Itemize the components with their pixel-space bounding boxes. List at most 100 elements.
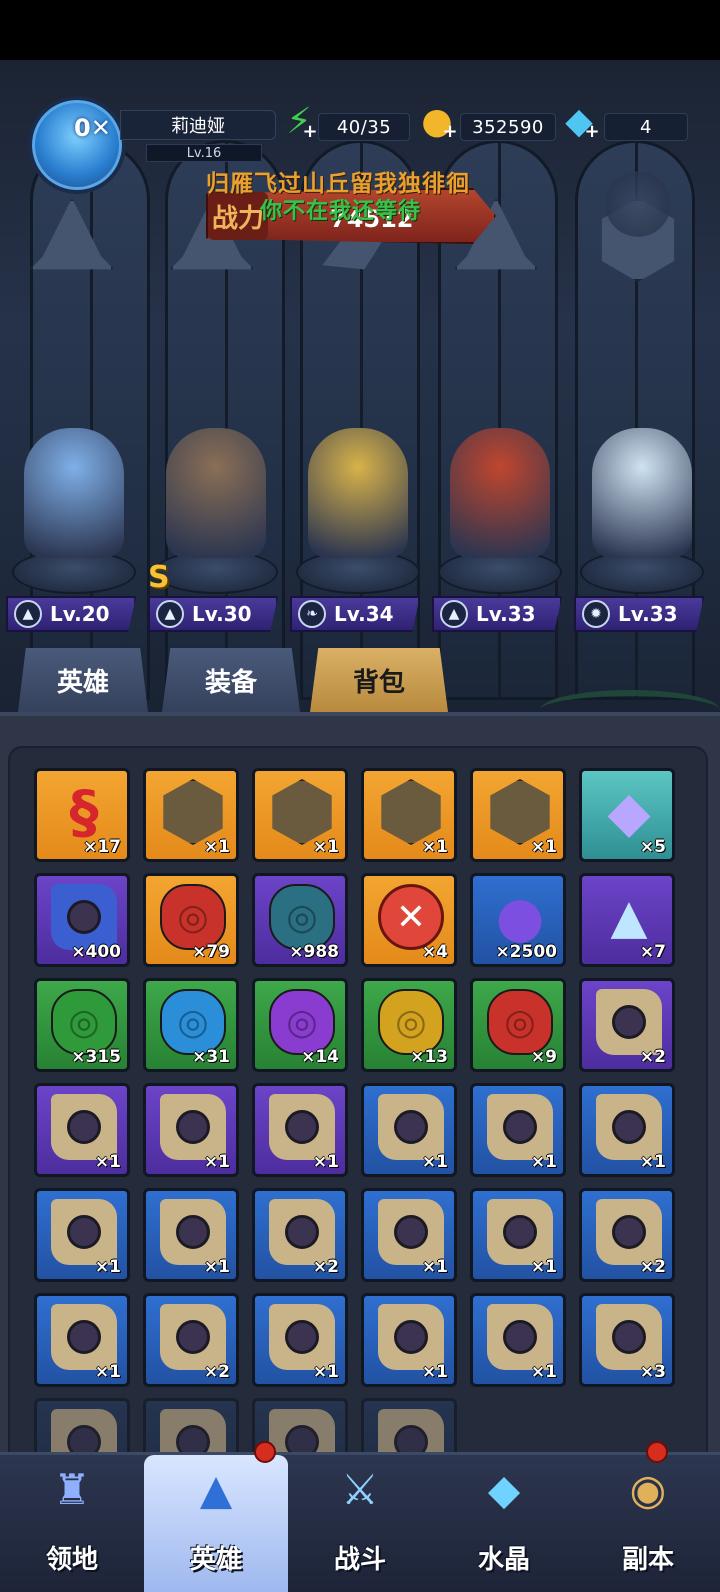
item-quantity: ×315 [71,1047,121,1067]
hero-level: Lv.33 [618,602,678,626]
inventory-item[interactable]: ×1 [361,1293,457,1387]
portal-icon: ◉ [629,1464,667,1514]
skill-scroll-icon [160,1304,226,1370]
hero-portrait[interactable] [24,428,124,558]
item-quantity: ×31 [192,1047,230,1067]
item-quantity: ×1 [530,1362,557,1382]
item-quantity: ×1 [203,1152,230,1172]
blue-scroll-icon [51,884,117,950]
inventory-item[interactable]: ◎ ×14 [252,978,348,1072]
nav-item-heroes[interactable]: ▲ 英雄 [144,1441,288,1592]
item-quantity: ×13 [410,1047,448,1067]
nav-label: 水晶 [477,1545,530,1575]
add-gold-button[interactable]: + [442,123,458,141]
hero-slot[interactable] [6,420,142,600]
inventory-item[interactable]: ×1 [470,1293,566,1387]
inventory-item[interactable]: ◎ ×31 [143,978,239,1072]
skill-scroll-icon [487,1094,553,1160]
skill-scroll-icon [160,1094,226,1160]
inventory-item[interactable]: ×2 [252,1188,348,1282]
inventory-item[interactable]: ×1 [252,1083,348,1177]
inventory-item[interactable]: ◎ ×988 [252,873,348,967]
inventory-item[interactable]: ×1 [579,1083,675,1177]
inventory-item[interactable]: ×1 [252,768,348,862]
skill-scroll-icon [51,1199,117,1265]
item-quantity: ×2 [639,1047,666,1067]
hero-slot[interactable] [290,420,426,600]
hero-slot[interactable] [432,420,568,600]
item-quantity: ×1 [203,1257,230,1277]
skill-scroll-icon [487,1199,553,1265]
inventory-item[interactable]: ▲ ×7 [579,873,675,967]
inventory-item[interactable]: ◎ ×79 [143,873,239,967]
skill-scroll-icon [596,1094,662,1160]
item-quantity: ×1 [530,1257,557,1277]
hero-portrait[interactable] [166,428,266,558]
item-quantity: ×3 [639,1362,666,1382]
inventory-item[interactable]: ×1 [470,1083,566,1177]
player-avatar[interactable] [28,96,126,194]
item-quantity: ×1 [639,1152,666,1172]
inventory-item[interactable]: ×1 [143,1083,239,1177]
hat-icon: ▲ [440,600,468,628]
floating-lyric-line: 你不在我还等待 [260,199,422,224]
inventory-item[interactable]: ×2 [579,1188,675,1282]
inventory-item[interactable]: ×1 [361,1188,457,1282]
add-diamond-button[interactable]: + [584,123,600,141]
inventory-item[interactable]: ×1 [252,1293,348,1387]
inventory-item[interactable]: ×1 [470,1188,566,1282]
nav-item-dungeon[interactable]: ◉ 副本 [576,1441,720,1592]
add-stamina-button[interactable]: + [302,123,318,141]
inventory-item[interactable]: ◎ ×9 [470,978,566,1072]
inventory-item[interactable]: ×2 [579,978,675,1072]
inventory-item[interactable]: ◎ ×315 [34,978,130,1072]
tab-heroes[interactable]: 英雄 [18,648,148,712]
vip-level: 0✕ [74,114,111,142]
inventory-item[interactable]: ×2 [143,1293,239,1387]
inventory-item[interactable]: ×1 [34,1293,130,1387]
inventory-item[interactable]: ◆ ×5 [579,768,675,862]
skill-scroll-icon [596,1304,662,1370]
inventory-item[interactable]: ◎ ×13 [361,978,457,1072]
nav-item-battle[interactable]: ⚔ 战斗 [288,1455,432,1592]
inventory-item[interactable]: ×3 [579,1293,675,1387]
skill-scroll-icon [378,1094,444,1160]
hero-slot[interactable] [574,420,710,600]
nav-item-crystal[interactable]: ◆ 水晶 [432,1455,576,1592]
inventory-item[interactable]: ×1 [143,768,239,862]
hero-shard-icon [163,779,223,845]
inventory-item[interactable]: ×400 [34,873,130,967]
item-quantity: ×4 [421,942,448,962]
hero-level: Lv.20 [50,602,110,626]
inventory-item[interactable]: ×1 [361,768,457,862]
hero-shard-icon [381,779,441,845]
inventory-item[interactable]: ×1 [361,1083,457,1177]
inventory-item[interactable]: § ×17 [34,768,130,862]
item-quantity: ×1 [530,837,557,857]
tab-backpack[interactable]: 背包 [310,648,448,712]
item-quantity: ×1 [530,1152,557,1172]
inventory-item[interactable]: ×1 [143,1188,239,1282]
hero-level-plate: ✹ Lv.33 [574,596,704,632]
tab-equipment[interactable]: 装备 [162,648,300,712]
diamond-value: 4 [604,113,688,141]
skill-scroll-icon [51,1094,117,1160]
nav-item-territory[interactable]: ♜ 领地 [0,1455,144,1592]
bottom-navigation: ♜ 领地 ▲ 英雄 ⚔ 战斗 ◆ 水晶 ◉ 副本 [0,1441,720,1592]
item-quantity: ×2 [203,1362,230,1382]
hero-portrait[interactable] [450,428,550,558]
inventory-item[interactable]: ×1 [34,1188,130,1282]
inventory-item[interactable]: ×1 [470,768,566,862]
inventory-item[interactable]: ● ×2500 [470,873,566,967]
skill-scroll-icon [378,1199,444,1265]
item-quantity: ×1 [421,1257,448,1277]
inventory-item[interactable]: ×1 [34,1083,130,1177]
hero-portrait[interactable] [592,428,692,558]
hero-portrait[interactable] [308,428,408,558]
status-bar-area [0,0,720,60]
crystal-icon: ◆ [487,1464,521,1514]
notification-dot [646,1441,668,1463]
nav-label: 战斗 [333,1545,386,1575]
inventory-item[interactable]: ✕ ×4 [361,873,457,967]
teal-rune-stone-icon: ◎ [269,884,335,950]
